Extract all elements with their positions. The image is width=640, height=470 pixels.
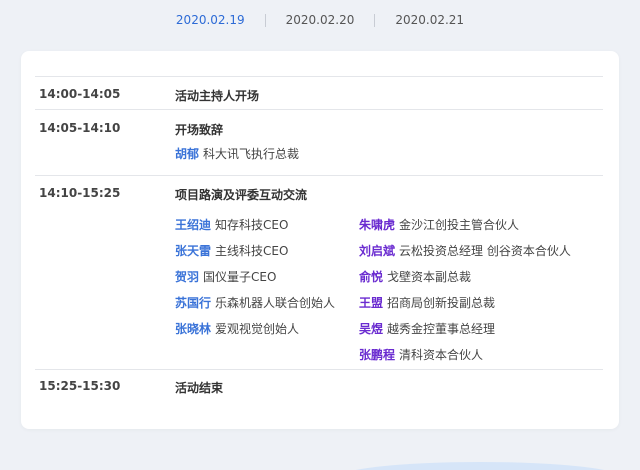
- presenter-role: 国仪量子CEO: [203, 270, 277, 284]
- row-time: 14:10-15:25: [39, 186, 121, 200]
- tab-date-2[interactable]: 2020.02.20: [266, 13, 375, 27]
- row-title: 项目路演及评委互动交流: [175, 188, 308, 202]
- judge-role: 云松投资总经理 创谷资本合伙人: [399, 244, 571, 258]
- presenter-role: 乐森机器人联合创始人: [215, 296, 336, 310]
- date-tabs: 2020.02.19 2020.02.20 2020.02.21: [0, 0, 640, 40]
- presenter: 张晓林 爱观视觉创始人: [175, 320, 299, 337]
- row-title: 开场致辞: [175, 123, 224, 137]
- judge: 吴煜 越秀金控董事总经理: [359, 320, 495, 337]
- judge-role: 清科资本合伙人: [399, 348, 484, 362]
- row-time: 14:05-14:10: [39, 121, 121, 135]
- presenter: 贺羽 国仪量子CEO: [175, 268, 276, 285]
- presenter-role: 爱观视觉创始人: [215, 322, 300, 336]
- row-divider: [35, 175, 603, 176]
- judge: 朱啸虎 金沙江创投主管合伙人: [359, 216, 519, 233]
- presenter: 苏国行 乐森机器人联合创始人: [175, 294, 335, 311]
- row-divider: [35, 76, 603, 77]
- judge: 刘启斌 云松投资总经理 创谷资本合伙人: [359, 242, 571, 259]
- judge-role: 越秀金控董事总经理: [387, 322, 496, 336]
- decorative-wave: [340, 462, 620, 470]
- tab-date-1[interactable]: 2020.02.19: [156, 13, 265, 27]
- judge: 王盟 招商局创新投副总裁: [359, 294, 495, 311]
- judge-role: 招商局创新投副总裁: [387, 296, 496, 310]
- presenter-name: 张天雷: [175, 244, 212, 258]
- presenter-role: 知存科技CEO: [215, 218, 289, 232]
- speaker-role: 科大讯飞执行总裁: [203, 147, 300, 161]
- judge: 张鹏程 清科资本合伙人: [359, 346, 483, 363]
- row-time: 15:25-15:30: [39, 379, 121, 393]
- judge-role: 戈壁资本副总裁: [387, 270, 472, 284]
- presenter-role: 主线科技CEO: [215, 244, 289, 258]
- speaker-name: 胡郁: [175, 147, 200, 161]
- presenter-name: 王绍迪: [175, 218, 212, 232]
- presenter: 王绍迪 知存科技CEO: [175, 216, 288, 233]
- schedule-card: 14:00-14:05 活动主持人开场 14:05-14:10 开场致辞 胡郁科…: [21, 51, 619, 429]
- presenter: 张天雷 主线科技CEO: [175, 242, 288, 259]
- row-title: 活动结束: [175, 381, 224, 395]
- judge-name: 张鹏程: [359, 348, 396, 362]
- speaker: 胡郁 科大讯飞执行总裁: [175, 145, 299, 162]
- judge-name: 吴煜: [359, 322, 384, 336]
- row-divider: [35, 109, 603, 110]
- row-title: 活动主持人开场: [175, 89, 260, 103]
- judge-role: 金沙江创投主管合伙人: [399, 218, 520, 232]
- presenter-name: 贺羽: [175, 270, 200, 284]
- row-time: 14:00-14:05: [39, 87, 121, 101]
- tab-date-3[interactable]: 2020.02.21: [375, 13, 484, 27]
- presenter-name: 苏国行: [175, 296, 212, 310]
- presenter-name: 张晓林: [175, 322, 212, 336]
- judge-name: 朱啸虎: [359, 218, 396, 232]
- judge-name: 刘启斌: [359, 244, 396, 258]
- judge: 俞悦 戈壁资本副总裁: [359, 268, 471, 285]
- row-divider: [35, 369, 603, 370]
- judge-name: 王盟: [359, 296, 384, 310]
- judge-name: 俞悦: [359, 270, 384, 284]
